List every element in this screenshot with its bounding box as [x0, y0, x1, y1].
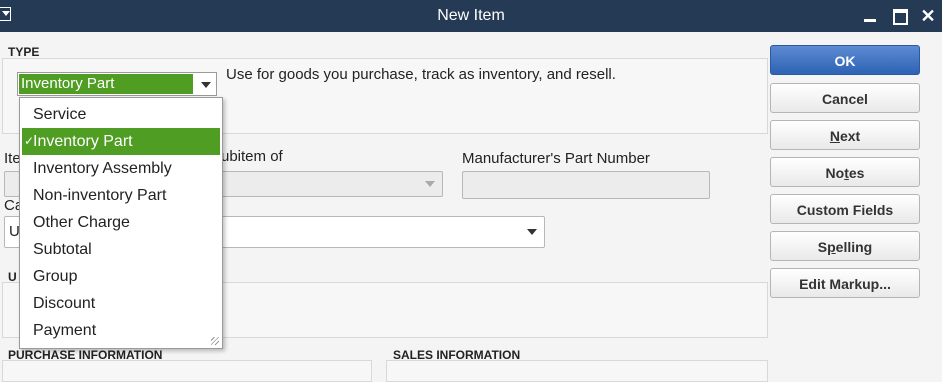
type-header: TYPE — [8, 45, 40, 59]
close-icon[interactable]: ✕ — [920, 7, 936, 25]
subitem-of-label: ubitem of — [221, 148, 283, 165]
spelling-button-mnemonic: p — [827, 239, 836, 255]
chevron-down-icon — [527, 229, 537, 235]
dropdown-item-label: Inventory Part — [33, 133, 133, 150]
dropdown-item-non-inventory-part[interactable]: Non-inventory Part — [22, 182, 220, 209]
mpn-label: Manufacturer's Part Number — [462, 150, 650, 167]
spelling-button-label-start: S — [817, 239, 828, 255]
dropdown-item-inventory-assembly[interactable]: Inventory Assembly — [22, 155, 220, 182]
item-name-input[interactable] — [4, 171, 20, 197]
type-select[interactable]: Inventory Part — [17, 72, 217, 96]
type-description: Use for goods you purchase, track as inv… — [226, 66, 616, 83]
type-select-value: Inventory Part — [19, 74, 193, 94]
title-bar: New Item ✕ — [0, 0, 942, 32]
dropdown-item-payment[interactable]: Payment — [22, 317, 220, 344]
dropdown-item-inventory-part[interactable]: ✓ Inventory Part — [22, 128, 220, 155]
chevron-down-icon — [425, 181, 435, 187]
type-dropdown-list: Service ✓ Inventory Part Inventory Assem… — [19, 97, 223, 349]
edit-markup-button[interactable]: Edit Markup... — [770, 268, 920, 298]
type-select-dropdown-button[interactable] — [196, 73, 216, 95]
spelling-button[interactable]: Spelling — [770, 231, 920, 261]
mpn-input[interactable] — [462, 171, 710, 199]
dropdown-item-service[interactable]: Service — [22, 101, 220, 128]
maximize-icon[interactable] — [892, 8, 908, 25]
sales-info-panel — [386, 360, 768, 382]
next-button[interactable]: Next — [770, 120, 920, 150]
purchase-info-panel — [2, 360, 372, 382]
minimize-icon[interactable] — [862, 8, 878, 24]
subitem-of-select[interactable] — [221, 171, 443, 197]
custom-fields-button[interactable]: Custom Fields — [770, 194, 920, 224]
dropdown-item-discount[interactable]: Discount — [22, 290, 220, 317]
notes-button[interactable]: Notes — [770, 157, 920, 187]
dropdown-item-subtotal[interactable]: Subtotal — [22, 236, 220, 263]
spelling-button-label-end: elling — [835, 239, 873, 255]
notes-button-label-end: es — [848, 165, 865, 181]
cancel-button[interactable]: Cancel — [770, 83, 920, 113]
dropdown-item-group[interactable]: Group — [22, 263, 220, 290]
chevron-down-icon — [201, 82, 211, 88]
resize-grip-icon[interactable] — [211, 337, 219, 345]
dropdown-item-other-charge[interactable]: Other Charge — [22, 209, 220, 236]
next-button-mnemonic: N — [829, 128, 840, 144]
window-title: New Item — [437, 7, 505, 24]
next-button-label: ext — [839, 128, 861, 144]
checkmark-icon: ✓ — [24, 134, 35, 148]
notes-button-label-start: No — [825, 165, 845, 181]
ok-button[interactable]: OK — [770, 45, 920, 75]
